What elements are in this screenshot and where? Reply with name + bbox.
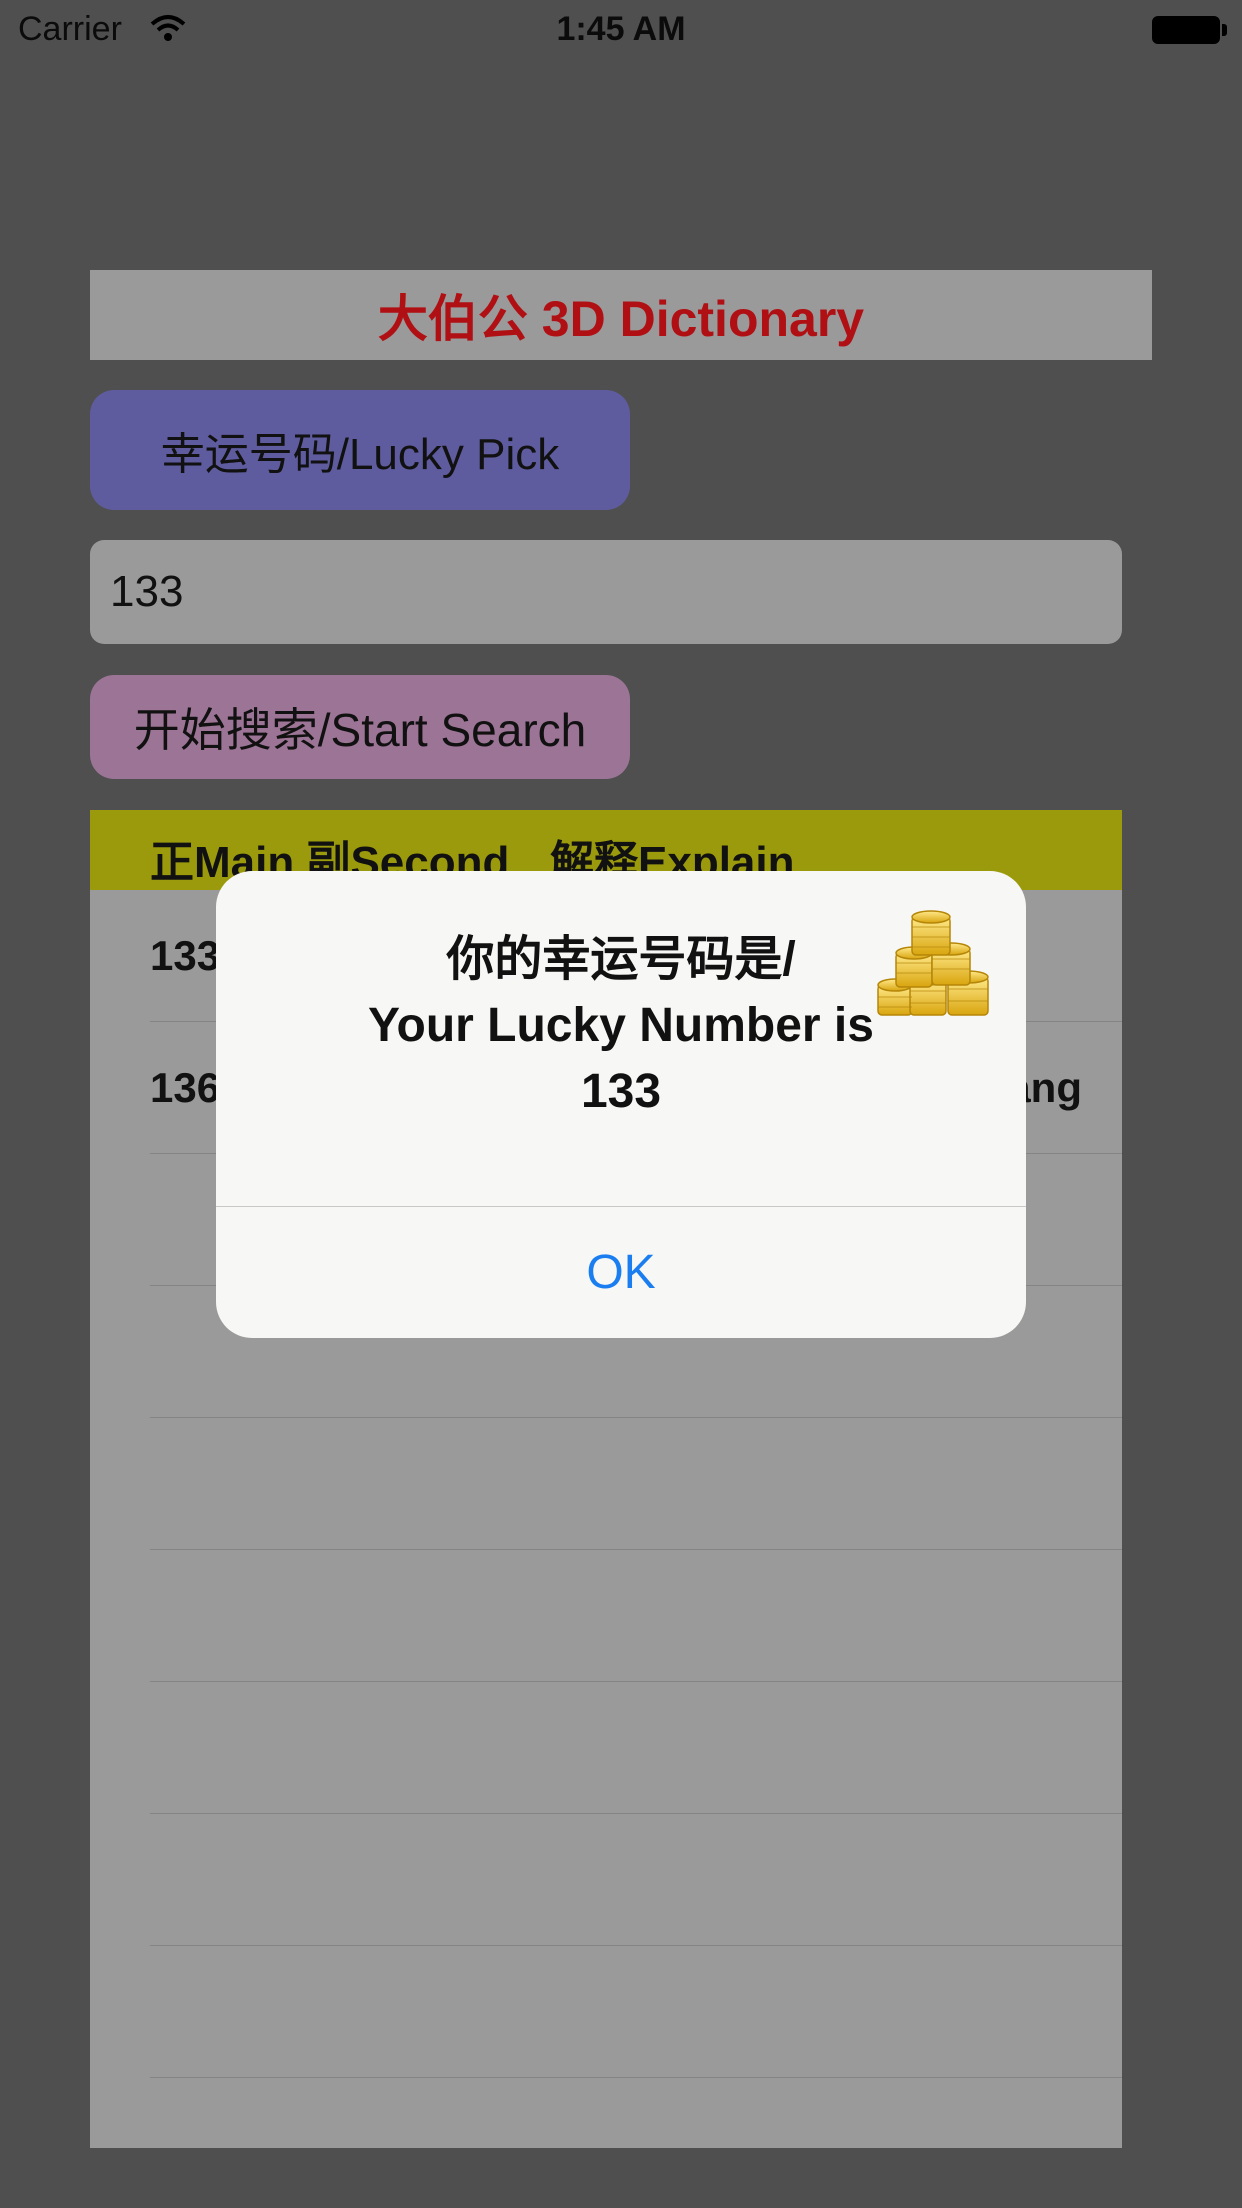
battery-icon	[1152, 16, 1220, 44]
status-bar: Carrier 1:45 AM	[0, 0, 1242, 60]
table-row	[150, 1814, 1122, 1946]
start-search-button[interactable]: 开始搜索/Start Search	[90, 675, 630, 779]
ok-button[interactable]: OK	[216, 1207, 1026, 1338]
battery-tip	[1222, 24, 1227, 36]
status-time: 1:45 AM	[556, 10, 686, 48]
table-row	[150, 1418, 1122, 1550]
table-row	[150, 1682, 1122, 1814]
table-row	[150, 1550, 1122, 1682]
row-number: 136	[150, 1064, 221, 1111]
lucky-pick-button[interactable]: 幸运号码/Lucky Pick	[90, 390, 630, 510]
lucky-number-alert: 你的幸运号码是/ Your Lucky Number is 133 OK	[216, 871, 1026, 1338]
gold-coins-icon	[877, 910, 989, 1016]
page-title: 大伯公 3D Dictionary	[377, 291, 865, 347]
number-input[interactable]	[90, 540, 1122, 644]
alert-number: 133	[580, 1065, 662, 1118]
table-row	[150, 1946, 1122, 2078]
title-bar: 大伯公 3D Dictionary	[90, 270, 1152, 360]
row-number: 133	[150, 932, 221, 979]
